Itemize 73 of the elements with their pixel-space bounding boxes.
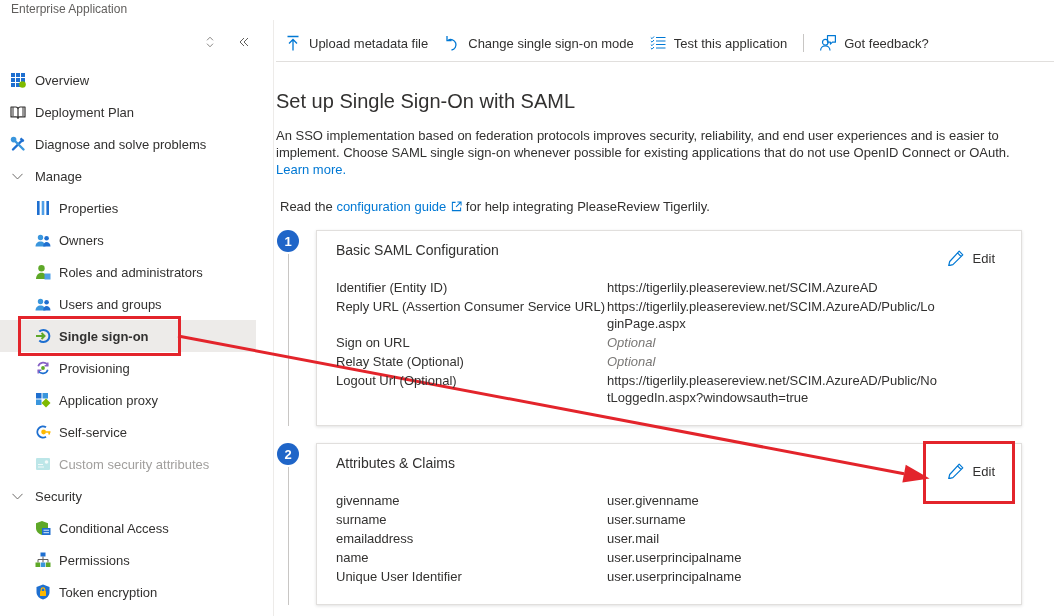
double-chevron-left-icon[interactable] xyxy=(239,37,249,47)
guide-text: Read the configuration guide for help integrating PleaseReview Tigerlily. xyxy=(279,198,711,215)
step-number: 1 xyxy=(277,230,299,252)
field-label: name xyxy=(336,549,369,566)
app-grid-icon xyxy=(35,392,51,408)
field-value: Optional xyxy=(607,334,656,351)
pencil-icon xyxy=(947,463,964,479)
edit-button[interactable]: Edit xyxy=(947,244,995,272)
people-icon xyxy=(35,296,51,312)
field-value: user.userprincipalname xyxy=(607,549,742,566)
book-icon xyxy=(10,104,26,120)
pencil-icon xyxy=(947,250,964,266)
nav-item[interactable]: Diagnose and solve problems xyxy=(0,133,256,155)
nav-item[interactable]: Self-service xyxy=(0,421,256,443)
field-value: user.userprincipalname xyxy=(607,568,742,585)
nav-item[interactable]: Roles and administrators xyxy=(0,261,256,283)
field-value: user.mail xyxy=(607,530,660,547)
grid-icon xyxy=(10,72,26,88)
intro-text: An SSO implementation based on federation protocols improves security, reliability, and end user experiences and is easier to implement. Choose SAML single sign-on whenever possible for existing applications that do not use OpenID Connect or OAuth. Learn more. xyxy=(276,127,1011,178)
person-icon xyxy=(35,264,51,280)
tools-icon xyxy=(10,136,26,152)
window-title: Enterprise Application xyxy=(10,1,129,18)
configuration-guide-link[interactable]: configuration guide xyxy=(336,198,463,215)
bars-icon xyxy=(35,200,51,216)
sync-icon xyxy=(35,360,51,376)
checklist-icon xyxy=(649,35,666,51)
nav-item[interactable]: Properties xyxy=(0,197,256,219)
feedback-icon xyxy=(820,35,837,51)
field-label: Unique User Identifier xyxy=(336,568,462,585)
field-label: Reply URL (Assertion Consumer Service URL) xyxy=(336,298,605,316)
nav-item[interactable]: Conditional Access xyxy=(0,517,256,539)
nav-item[interactable]: Application proxy xyxy=(0,389,256,411)
upload-icon xyxy=(285,35,301,51)
feedback-button[interactable]: Got feedback? xyxy=(812,28,937,58)
field-value: https://tigerlily.pleasereview.net/SCIM.AzureAD xyxy=(607,279,878,296)
nav-item[interactable]: Provisioning xyxy=(0,357,256,379)
field-label: givenname xyxy=(336,492,400,509)
field-label: surname xyxy=(336,511,387,528)
learn-more-link[interactable]: Learn more. xyxy=(276,162,347,177)
field-value: https://tigerlily.pleasereview.net/SCIM.AzureAD/Public/LoginPage.aspx xyxy=(607,298,936,332)
external-link-icon xyxy=(451,201,463,212)
field-value: https://tigerlily.pleasereview.net/SCIM.AzureAD/Public/NotLoggedIn.aspx?windowsauth=true xyxy=(607,372,938,406)
people-icon xyxy=(35,232,51,248)
nav-item[interactable]: Owners xyxy=(0,229,256,251)
nav-item[interactable]: Overview xyxy=(0,69,256,91)
nav-item[interactable]: Users and groups xyxy=(0,293,256,315)
nav-item[interactable]: Single sign-on xyxy=(0,320,256,352)
toolbar-button[interactable]: Test this application xyxy=(641,28,796,58)
hierarchy-icon xyxy=(35,552,51,568)
toolbar-button[interactable]: Change single sign-on mode xyxy=(436,28,642,58)
field-label: emailaddress xyxy=(336,530,414,547)
sign-in-icon xyxy=(35,328,51,344)
nav-group-header[interactable]: Security xyxy=(0,480,256,512)
lock-icon xyxy=(35,584,51,600)
toolbar-button[interactable]: Upload metadata file xyxy=(277,28,437,58)
page-heading: Set up Single Sign-On with SAML xyxy=(276,89,577,114)
field-value: user.givenname xyxy=(607,492,699,509)
nav-item[interactable]: Token encryption xyxy=(0,581,256,603)
key-icon xyxy=(35,424,51,440)
card-icon xyxy=(35,456,51,472)
field-label: Identifier (Entity ID) xyxy=(336,279,448,296)
field-value: Optional xyxy=(607,353,656,370)
nav-item[interactable]: Permissions xyxy=(0,549,256,571)
edit-button[interactable]: Edit xyxy=(947,457,995,485)
nav-item[interactable]: Deployment Plan xyxy=(0,101,256,123)
step-number: 2 xyxy=(277,443,299,465)
field-label: Relay State (Optional) xyxy=(336,353,464,370)
nav-group-header[interactable]: Manage xyxy=(0,160,256,192)
card-title: Attributes & Claims xyxy=(336,454,456,473)
field-value: user.surname xyxy=(607,511,686,528)
card-title: Basic SAML Configuration xyxy=(336,241,499,260)
field-label: Sign on URL xyxy=(336,334,410,351)
shield-icon xyxy=(35,520,51,536)
